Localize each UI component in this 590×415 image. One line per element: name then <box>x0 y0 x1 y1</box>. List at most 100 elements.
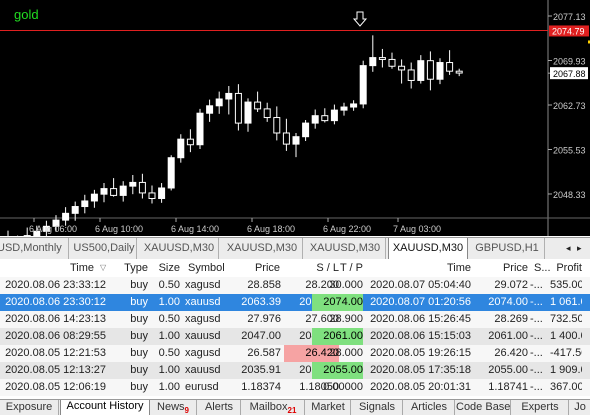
cell-price2: 2074.00 <box>472 294 528 311</box>
table-row[interactable]: 2020.08.05 12:13:27buy1.00xauusd2035.912… <box>0 362 590 379</box>
cell-price: 28.858 <box>226 277 281 294</box>
candle <box>91 190 97 208</box>
chart-tab[interactable]: XAUUSD,M30 <box>222 238 303 259</box>
terminal-tab[interactable]: Experts <box>512 400 569 415</box>
candle-body-bear <box>447 63 453 72</box>
candle <box>168 155 174 190</box>
cell-time2: 2020.08.05 17:35:18 <box>364 362 471 379</box>
candle-body-bull <box>437 63 443 80</box>
candle <box>312 110 318 129</box>
terminal-tab[interactable]: Articles <box>404 400 455 415</box>
chart-tab[interactable]: GBPUSD,H1 <box>470 238 545 259</box>
account-history-table: TimeTypeSizeSymbolPriceS / LT / PTimePri… <box>0 259 590 398</box>
column-header-symbol[interactable]: Symbol <box>188 259 228 276</box>
sort-indicator-icon[interactable]: ▽ <box>100 259 110 276</box>
candlestick-chart[interactable]: 2077.132069.932067.882062.732055.532048.… <box>0 0 590 236</box>
candle-body-bear <box>274 118 280 133</box>
cell-symbol: xagusd <box>185 277 223 294</box>
chart-tab[interactable]: XAUUSD,M30 <box>305 238 386 259</box>
column-header-time[interactable]: Time <box>0 259 94 276</box>
column-header-time2[interactable]: Time <box>364 259 471 276</box>
terminal-tab[interactable]: Alerts <box>198 400 241 415</box>
table-row[interactable]: 2020.08.05 12:21:53buy0.50xagusd26.58726… <box>0 345 590 362</box>
terminal-tab[interactable]: Code Base <box>456 400 511 415</box>
candle-body-bull <box>303 123 309 137</box>
candle <box>456 69 462 76</box>
cell-s: -... <box>530 277 550 294</box>
table-row[interactable]: 2020.08.05 12:06:19buy1.00eurusd1.183741… <box>0 379 590 396</box>
column-header-type[interactable]: Type <box>112 259 148 276</box>
terminal-tab-label: Articles <box>411 401 447 413</box>
time-label: 7 Aug 03:00 <box>393 224 441 234</box>
candle <box>399 59 405 83</box>
column-header-tp[interactable]: T / P <box>312 259 363 276</box>
candle <box>341 103 347 116</box>
candle-body-bear <box>149 193 155 199</box>
candle <box>178 134 184 162</box>
down-arrow-icon[interactable] <box>354 12 366 26</box>
column-header-size[interactable]: Size <box>150 259 180 276</box>
candle <box>264 103 270 122</box>
cell-time: 2020.08.06 23:30:12 <box>0 294 106 311</box>
cell-price: 2047.00 <box>226 328 281 345</box>
chart-tab[interactable]: XAUUSD,M30 <box>140 238 219 259</box>
table-row[interactable]: 2020.08.06 08:29:55buy1.00xauusd2047.002… <box>0 328 590 345</box>
cell-type: buy <box>112 345 148 362</box>
scroll-left-icon[interactable]: ◂ <box>566 238 576 259</box>
table-row[interactable]: 2020.08.06 14:23:13buy0.50xagusd27.97627… <box>0 311 590 328</box>
table-row[interactable]: 2020.08.06 23:30:12buy1.00xauusd2063.392… <box>0 294 590 311</box>
terminal-tab[interactable]: Mailbox21 <box>242 400 305 415</box>
scroll-right-icon[interactable]: ▸ <box>577 238 587 259</box>
price-level-label: 2048.33 <box>553 190 586 200</box>
cell-size: 0.50 <box>150 277 180 294</box>
column-header-price2[interactable]: Price <box>472 259 528 276</box>
price-level-label: 2069.93 <box>553 56 586 66</box>
cell-s: -... <box>530 328 550 345</box>
terminal-tab[interactable]: Account History <box>60 399 150 415</box>
terminal-tab[interactable]: Signals <box>352 400 403 415</box>
candle <box>187 129 193 152</box>
terminal-tab[interactable]: Market <box>306 400 351 415</box>
cell-symbol: xagusd <box>185 311 223 328</box>
terminal-tab[interactable]: Exposure <box>0 400 59 415</box>
chart-tab[interactable]: XAUUSD,M30 <box>388 237 468 260</box>
terminal-tab[interactable]: Jo <box>570 400 590 415</box>
cell-s: -... <box>530 294 550 311</box>
cell-time: 2020.08.05 12:06:19 <box>0 379 106 396</box>
price-level-label: 2055.53 <box>553 145 586 155</box>
column-header-price[interactable]: Price <box>228 259 280 276</box>
column-header-profit[interactable]: Profit <box>550 259 582 276</box>
cell-time: 2020.08.05 12:21:53 <box>0 345 106 362</box>
cell-time: 2020.08.06 08:29:55 <box>0 328 106 345</box>
candle-body-bull <box>130 182 136 186</box>
candle <box>274 106 280 140</box>
cell-type: buy <box>112 311 148 328</box>
candle-body-bull <box>207 106 213 113</box>
cell-time2: 2020.08.07 01:20:56 <box>364 294 471 311</box>
cell-time2: 2020.08.06 15:15:03 <box>364 328 471 345</box>
candle <box>322 108 328 122</box>
cell-size: 1.00 <box>150 379 180 396</box>
price-level-label: 2041.13 <box>553 234 586 236</box>
cell-price: 2063.39 <box>226 294 281 311</box>
candle <box>111 178 117 197</box>
candle-body-bear <box>379 58 385 60</box>
candle <box>120 181 126 201</box>
candle-body-bull <box>159 188 165 199</box>
ask-price-label: 2074.79 <box>552 26 585 36</box>
cell-tp: 2061.00 <box>312 328 363 345</box>
candle <box>408 63 414 89</box>
cell-profit: 535.00 <box>550 277 582 294</box>
cell-price2: 1.18741 <box>472 379 528 396</box>
candle <box>197 109 203 149</box>
price-chart[interactable]: 2077.132069.932067.882062.732055.532048.… <box>0 0 590 236</box>
chart-tab[interactable]: USD,Monthly <box>0 238 69 259</box>
table-row[interactable]: 2020.08.06 23:33:12buy0.50xagusd28.85828… <box>0 277 590 294</box>
cell-type: buy <box>112 294 148 311</box>
cell-profit: 367.00 <box>550 379 582 396</box>
candle <box>303 120 309 141</box>
chart-tab[interactable]: US500,Daily <box>72 238 137 259</box>
terminal-tab-label: Account History <box>66 400 143 412</box>
chart-symbol-label: gold <box>14 7 39 22</box>
terminal-tab[interactable]: News9 <box>150 400 197 415</box>
